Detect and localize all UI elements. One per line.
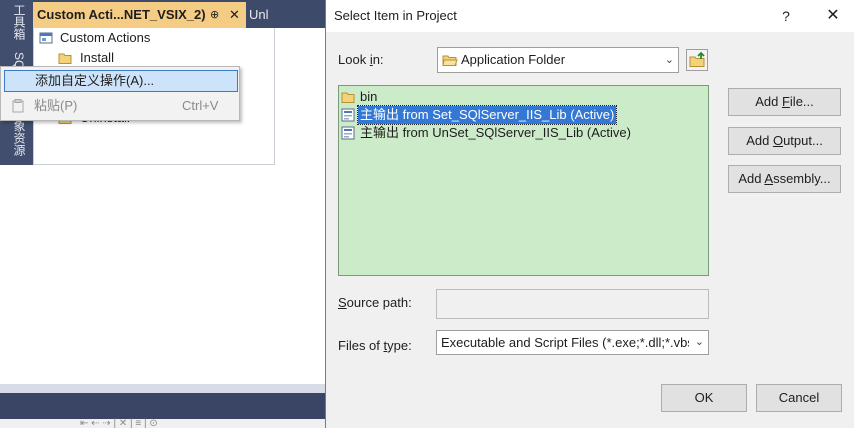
menu-item-add-custom-action[interactable]: 添加自定义操作(A)... (4, 70, 238, 92)
paste-icon (12, 99, 24, 113)
list-item-label: 主输出 from UnSet_SQlServer_IIS_Lib (Active… (360, 125, 631, 140)
label-part: Look (338, 52, 370, 67)
menu-item-shortcut: Ctrl+V (182, 98, 219, 113)
dialog-titlebar[interactable]: Select Item in Project ? ✕ (326, 0, 854, 32)
pin-icon[interactable]: ⊕ (210, 2, 219, 28)
label-part: ssembly... (773, 171, 831, 186)
accelerator-key: O (772, 133, 784, 148)
label-part: utput... (783, 133, 823, 148)
add-file-button[interactable]: Add File... (728, 88, 841, 116)
files-of-type-label: Files of type: (338, 338, 412, 353)
files-of-type-dropdown[interactable]: Executable and Script Files (*.exe;*.dll… (436, 330, 709, 355)
folder-icon (341, 92, 355, 103)
source-path-field[interactable] (436, 289, 709, 319)
select-item-dialog: Select Item in Project ? ✕ Look in: Appl… (325, 0, 854, 428)
folder-icon (58, 53, 72, 64)
ide-lower-tab-strip (0, 393, 326, 419)
help-icon[interactable]: ? (774, 0, 798, 32)
label-part: ile... (789, 94, 814, 109)
look-in-label: Look in: (338, 52, 384, 67)
custom-actions-icon (39, 32, 53, 44)
close-icon[interactable]: ✕ (229, 2, 240, 28)
document-tab-bar: Custom Acti...NET_VSIX_2) ⊕ ✕ Unl (33, 0, 326, 28)
ok-button[interactable]: OK (661, 384, 747, 412)
chevron-down-icon: ⌄ (694, 336, 704, 348)
list-item-label: bin (360, 89, 378, 104)
add-output-button[interactable]: Add Output... (728, 127, 841, 155)
label-part: Add (738, 171, 765, 186)
tab-custom-actions[interactable]: Custom Acti...NET_VSIX_2) ⊕ ✕ (33, 2, 246, 28)
tree-item-label: Custom Actions (60, 30, 151, 45)
menu-item-label: 粘贴(P) (34, 98, 78, 113)
cancel-button[interactable]: Cancel (756, 384, 842, 412)
label-part: Add (755, 94, 782, 109)
label-part: Add (746, 133, 773, 148)
accelerator-key: F (781, 94, 790, 109)
folder-up-icon (689, 51, 705, 67)
tab-title: Custom Acti...NET_VSIX_2) (37, 7, 206, 22)
list-item-label: 主输出 from Set_SQlServer_IIS_Lib (Active) (356, 105, 618, 125)
dialog-title: Select Item in Project (334, 8, 457, 23)
look-in-dropdown[interactable]: Application Folder ⌄ (437, 47, 679, 73)
close-icon[interactable]: ✕ (818, 0, 848, 32)
accelerator-key: A (764, 171, 774, 186)
folder-open-icon (442, 55, 458, 66)
files-of-type-value: Executable and Script Files (*.exe;*.dll… (441, 335, 689, 350)
label-part: ource path: (346, 295, 412, 310)
label-part: Files of (338, 338, 384, 353)
look-in-value: Application Folder (461, 52, 566, 67)
label-part: n: (372, 52, 384, 67)
tab-uninstall[interactable]: Unl (249, 2, 269, 28)
side-tab-toolbox[interactable]: 工具箱 (9, 4, 26, 40)
add-assembly-button[interactable]: Add Assembly... (728, 165, 841, 193)
chevron-down-icon: ⌄ (664, 54, 674, 66)
project-output-icon (341, 126, 355, 140)
context-menu: 添加自定义操作(A)... 粘贴(P) Ctrl+V (0, 66, 240, 121)
menu-item-paste[interactable]: 粘贴(P) Ctrl+V (4, 95, 238, 117)
label-part: ype: (387, 338, 412, 353)
accelerator-key: S (338, 295, 347, 310)
up-one-level-button[interactable] (686, 49, 708, 71)
file-list[interactable]: bin 主输出 from Set_SQlServer_IIS_Lib (Acti… (338, 85, 709, 276)
ide-lower-toolbar[interactable]: ⇤ ⇠ ⇢ | ✕ | ≡ | ⊙ (0, 419, 326, 428)
project-output-icon (341, 108, 355, 122)
ide-background: 工具箱 SQ 对象资源 Custom Acti...NET_VSIX_2) ⊕ … (0, 0, 326, 428)
source-path-label: Source path: (338, 295, 412, 310)
tree-item-label: Install (80, 50, 114, 65)
